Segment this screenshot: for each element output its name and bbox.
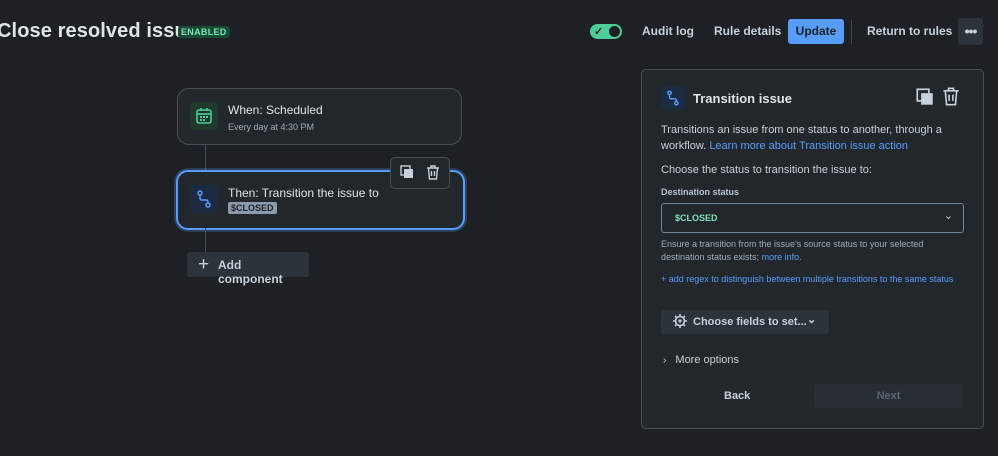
trigger-title: When: Scheduled — [228, 103, 323, 117]
panel-description: Transitions an issue from one status to … — [661, 122, 961, 154]
destination-status-value: $CLOSED — [675, 213, 718, 223]
trigger-subtitle: Every day at 4:30 PM — [228, 122, 315, 132]
panel-title: Transition issue — [693, 91, 792, 106]
choose-status-label: Choose the status to transition the issu… — [661, 164, 872, 176]
add-component-button[interactable]: + Add component — [187, 252, 309, 286]
back-button[interactable]: Back — [724, 390, 750, 402]
more-options-label: More options — [675, 354, 739, 366]
check-icon: ✓ — [594, 26, 604, 38]
destination-status-label: Destination status — [661, 187, 740, 197]
rule-details-button[interactable]: Rule details — [714, 18, 781, 44]
more-actions-button[interactable]: ••• — [958, 18, 983, 45]
duplicate-icon[interactable] — [400, 165, 414, 182]
trash-icon[interactable] — [426, 165, 440, 183]
action-title: Then: Transition the issue to — [228, 186, 379, 200]
plus-icon: + — [198, 254, 210, 275]
rule-title: Close resolved issue — [0, 20, 198, 42]
learn-more-link[interactable]: Learn more about Transition issue action — [709, 140, 908, 152]
toggle-knob — [609, 26, 620, 37]
more-options-toggle[interactable]: › More options — [663, 354, 739, 366]
gear-icon — [672, 313, 688, 332]
rule-enabled-toggle[interactable]: ✓ — [590, 24, 622, 39]
status-badge: ENABLED — [178, 26, 230, 38]
transition-icon — [661, 86, 685, 110]
flow-connector — [205, 144, 206, 170]
chevron-down-icon: ⌄ — [943, 210, 953, 222]
card-toolbar — [390, 157, 450, 189]
choose-fields-button[interactable]: Choose fields to set... ⌄ — [661, 310, 829, 334]
helper-text: Ensure a transition from the issue's sou… — [661, 238, 966, 264]
transition-icon — [190, 185, 218, 213]
header-divider — [851, 20, 852, 44]
flow-connector — [205, 228, 206, 252]
trash-icon[interactable] — [942, 87, 960, 109]
return-to-rules-button[interactable]: Return to rules — [867, 18, 952, 44]
status-lozenge: $CLOSED — [228, 202, 277, 214]
component-config-panel: Transition issue Transitions an issue fr… — [641, 69, 984, 429]
chevron-down-icon: ⌄ — [807, 314, 817, 326]
calendar-icon — [190, 102, 218, 130]
duplicate-icon[interactable] — [916, 88, 934, 109]
add-regex-link[interactable]: + add regex to distinguish between multi… — [661, 273, 966, 286]
next-button[interactable]: Next — [814, 384, 963, 408]
more-info-link[interactable]: more info. — [762, 252, 802, 262]
trigger-card[interactable]: When: Scheduled Every day at 4:30 PM — [177, 88, 462, 145]
chevron-right-icon: › — [663, 355, 667, 366]
choose-fields-label: Choose fields to set... — [693, 316, 807, 328]
add-component-label: Add component — [218, 258, 283, 286]
update-button[interactable]: Update — [788, 19, 844, 44]
audit-log-button[interactable]: Audit log — [642, 18, 694, 44]
destination-status-select[interactable]: $CLOSED ⌄ — [661, 203, 964, 233]
